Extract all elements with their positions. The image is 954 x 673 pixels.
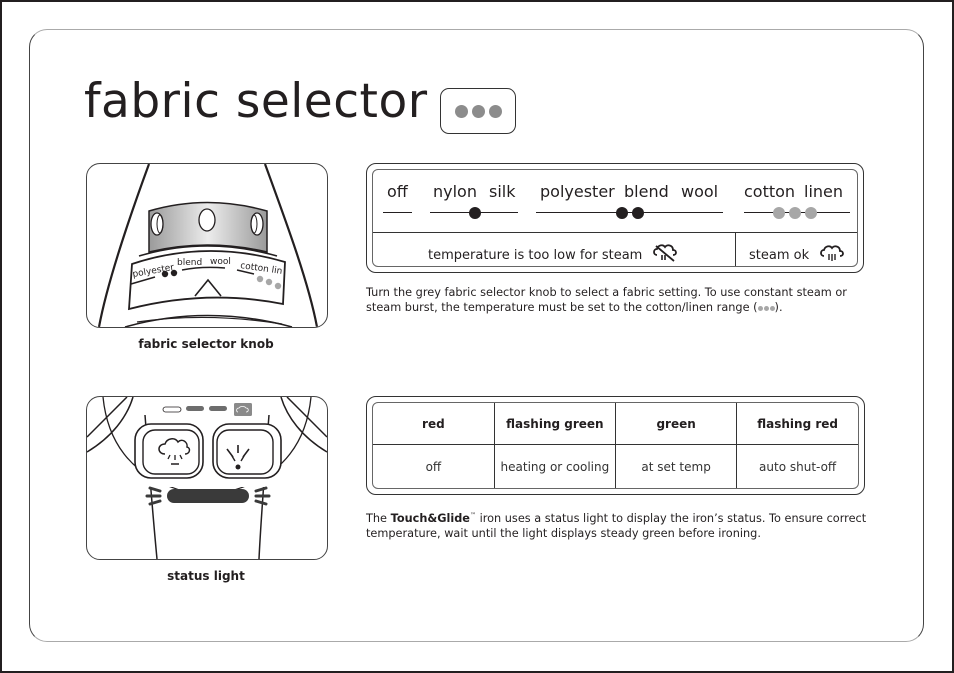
two-dot-range-line — [536, 212, 723, 214]
status-light-description: The Touch&Glide™ iron uses a status ligh… — [366, 508, 876, 541]
grey-dot-icon — [488, 104, 502, 118]
status-light-table: red flashing green green flashing red of… — [366, 396, 865, 495]
header-green: green — [614, 403, 737, 445]
steam-too-low-text: temperature is too low for steam — [428, 247, 643, 263]
off-range-line — [383, 212, 412, 214]
fabric-label-cotton: cotton — [744, 182, 796, 201]
fabric-label-linen: linen — [804, 182, 844, 201]
fabric-selector-knob-illustration: polyester blend wool cotton lin — [86, 163, 328, 328]
status-description-prefix: The — [366, 511, 391, 525]
dark-dot-icon — [469, 207, 481, 219]
grey-dot-icon — [789, 207, 801, 219]
steam-too-low-cell: temperature is too low for steam — [428, 243, 678, 267]
header-red: red — [373, 403, 495, 445]
cotton-linen-dots-badge — [440, 88, 516, 134]
svg-text:wool: wool — [210, 257, 231, 267]
dark-dot-icon — [616, 207, 628, 219]
svg-text:blend: blend — [177, 258, 202, 268]
grey-dots-icon — [757, 305, 775, 311]
fabric-label-silk: silk — [489, 182, 516, 201]
fabric-label-wool: wool — [681, 182, 719, 201]
fabric-description-end: ). — [774, 301, 783, 314]
header-flashing-red: flashing red — [736, 403, 858, 445]
value-red: off — [425, 459, 442, 474]
status-value-row: off heating or cooling at set temp auto … — [373, 444, 858, 488]
page-title: fabric selector — [84, 74, 428, 129]
value-flashing-green: heating or cooling — [493, 444, 616, 488]
status-light-illustration — [86, 396, 328, 560]
grey-dot-icon — [471, 104, 485, 118]
fabric-selector-description: Turn the grey fabric selector knob to se… — [366, 285, 876, 315]
grey-dot-icon — [773, 207, 785, 219]
fabric-settings-row: off nylon silk polyester blend wool cott… — [373, 170, 857, 233]
fabric-knob-caption: fabric selector knob — [138, 337, 274, 351]
fabric-label-nylon: nylon — [433, 182, 477, 201]
steam-ok-cell: steam ok — [749, 243, 845, 267]
steam-row-divider — [735, 233, 737, 266]
status-header-row: red flashing green green flashing red — [373, 403, 858, 445]
fabric-label-blend: blend — [624, 182, 669, 201]
steam-ok-text: steam ok — [749, 247, 810, 263]
value-flashing-red: auto shut-off — [736, 444, 858, 488]
fabric-setting-chart: off nylon silk polyester blend wool cott… — [366, 163, 864, 273]
brand-name: Touch&Glide — [390, 511, 470, 525]
no-steam-icon — [652, 243, 678, 267]
value-green: at set temp — [614, 444, 737, 488]
steam-status-row: temperature is too low for steam steam o… — [373, 233, 857, 266]
grey-dot-icon — [805, 207, 817, 219]
dark-dot-icon — [632, 207, 644, 219]
fabric-label-polyester: polyester — [540, 182, 615, 201]
fabric-label-off: off — [387, 182, 408, 201]
status-light-caption: status light — [167, 569, 245, 583]
steam-icon — [819, 243, 845, 267]
header-flashing-green: flashing green — [493, 403, 616, 445]
grey-dot-icon — [454, 104, 468, 118]
